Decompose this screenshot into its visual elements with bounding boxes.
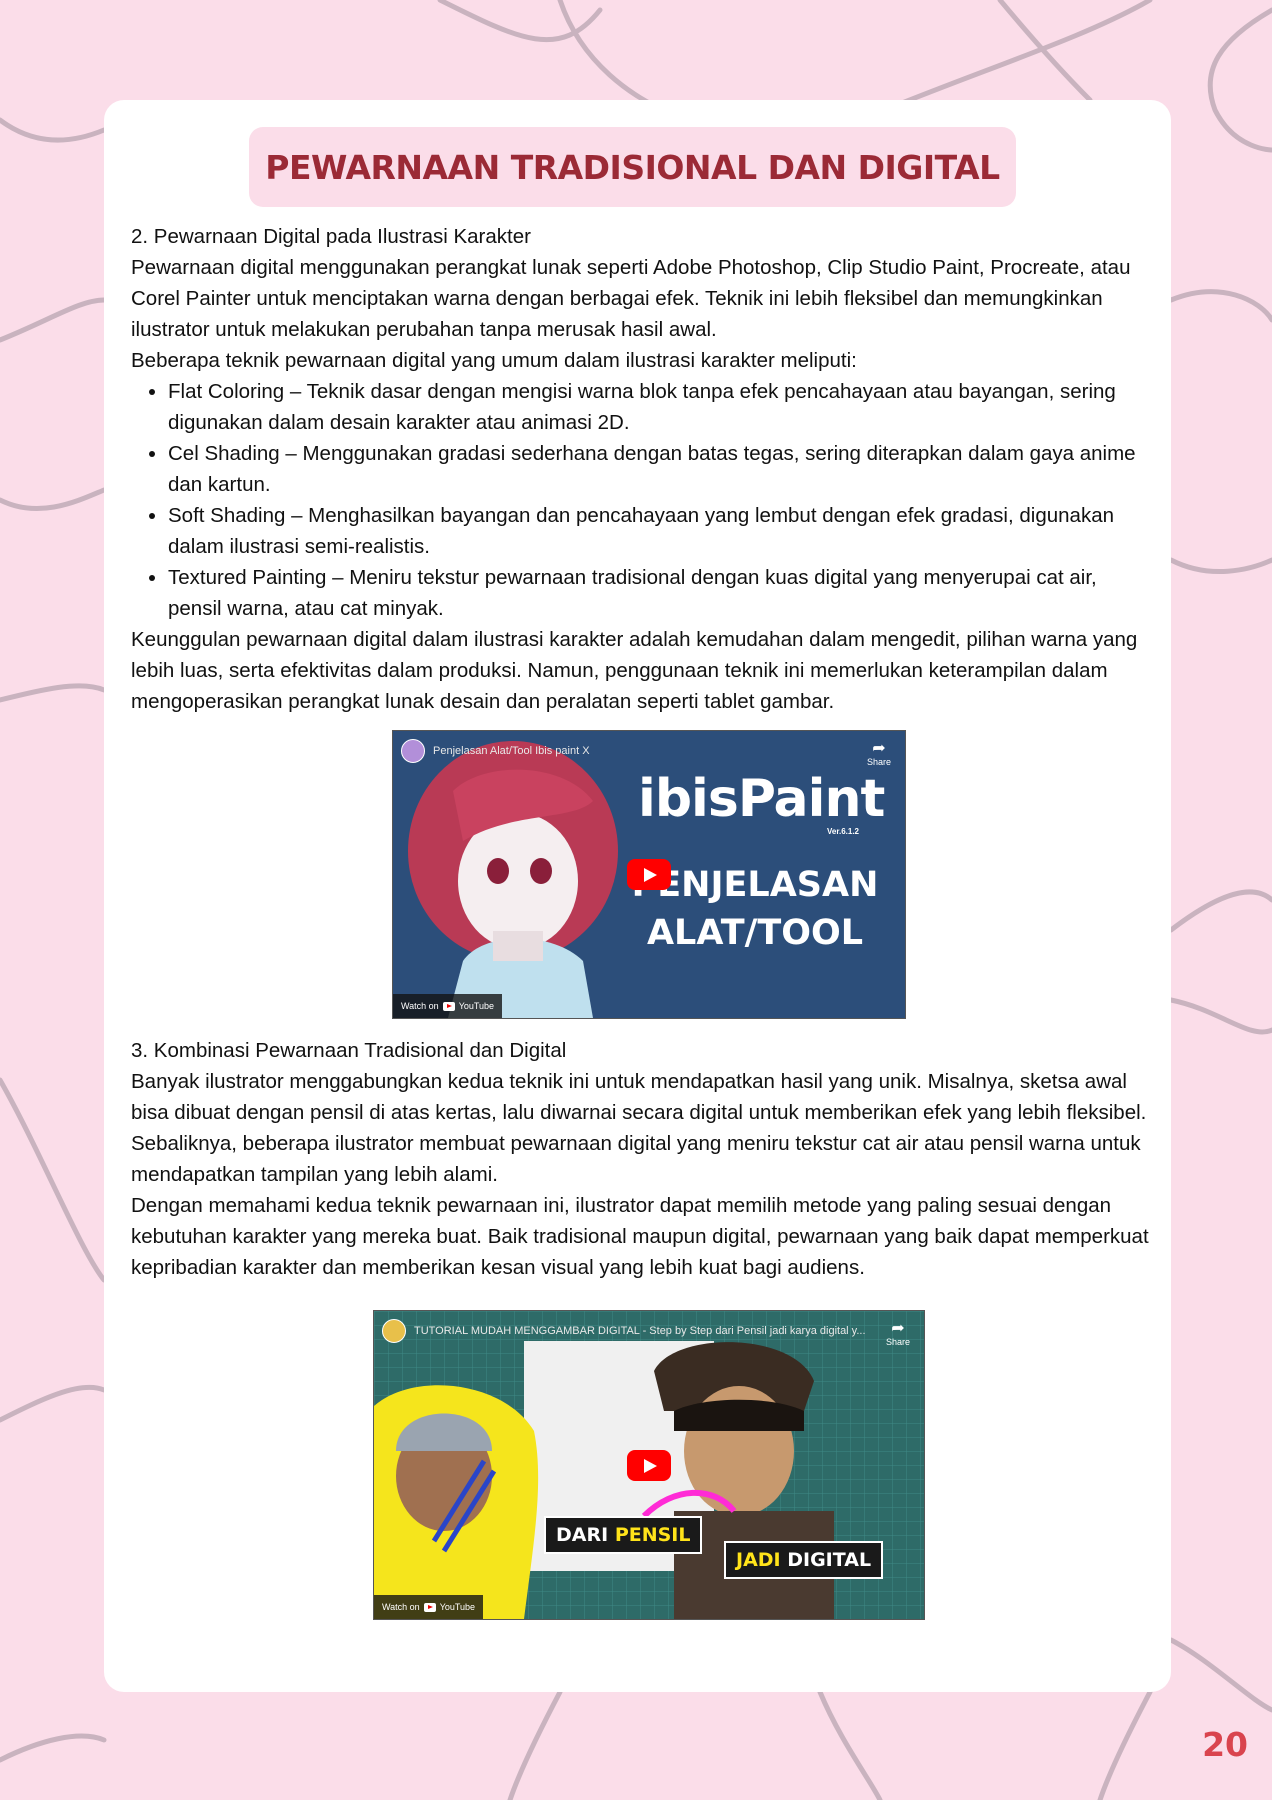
page-number: 20 bbox=[1202, 1725, 1248, 1764]
video-embed-ibispaint[interactable]: Penjelasan Alat/Tool Ibis paint X ➦ Shar… bbox=[392, 730, 906, 1019]
video-embed-tutorial[interactable]: TUTORIAL MUDAH MENGGAMBAR DIGITAL - Step… bbox=[373, 1310, 925, 1620]
video-title[interactable]: Penjelasan Alat/Tool Ibis paint X bbox=[433, 745, 590, 757]
youtube-icon bbox=[423, 1602, 436, 1612]
watch-on-youtube[interactable]: Watch on YouTube bbox=[393, 994, 503, 1018]
play-button[interactable] bbox=[627, 1450, 671, 1481]
paragraph: Beberapa teknik pewarnaan digital yang u… bbox=[131, 349, 857, 372]
share-button[interactable]: ➦ Share bbox=[886, 1320, 910, 1348]
caption-tag-pencil: DARI PENSIL bbox=[544, 1516, 703, 1554]
paragraph: Keunggulan pewarnaan digital dalam ilust… bbox=[131, 628, 1138, 713]
list-item: Textured Painting – Meniru tekstur pewar… bbox=[168, 562, 1151, 624]
page-title: PEWARNAAN TRADISIONAL DAN DIGITAL bbox=[265, 147, 1000, 187]
share-icon: ➦ bbox=[872, 740, 886, 757]
play-button[interactable] bbox=[627, 859, 671, 890]
video-header: Penjelasan Alat/Tool Ibis paint X bbox=[401, 739, 590, 763]
paragraph: Banyak ilustrator menggabungkan kedua te… bbox=[131, 1070, 1147, 1186]
caption-tag-digital: JADI DIGITAL bbox=[724, 1541, 884, 1579]
list-item: Soft Shading – Menghasilkan bayangan dan… bbox=[168, 500, 1151, 562]
paragraph: Dengan memahami kedua teknik pewarnaan i… bbox=[131, 1194, 1149, 1279]
video-title[interactable]: TUTORIAL MUDAH MENGGAMBAR DIGITAL - Step… bbox=[414, 1325, 866, 1337]
section-digital-coloring: 2. Pewarnaan Digital pada Ilustrasi Kara… bbox=[131, 221, 1151, 717]
section-heading: 3. Kombinasi Pewarnaan Tradisional dan D… bbox=[131, 1039, 567, 1062]
share-icon: ➦ bbox=[891, 1320, 905, 1337]
version-label: Ver.6.1.2 bbox=[826, 827, 859, 836]
list-item: Flat Coloring – Teknik dasar dengan meng… bbox=[168, 376, 1151, 438]
share-button[interactable]: ➦ Share bbox=[867, 740, 891, 768]
list-item: Cel Shading – Menggunakan gradasi sederh… bbox=[168, 438, 1151, 500]
watch-on-youtube[interactable]: Watch on YouTube bbox=[374, 1595, 484, 1619]
channel-avatar[interactable] bbox=[401, 739, 425, 763]
brand-logo: ibisPaint bbox=[638, 769, 885, 829]
title-banner: PEWARNAAN TRADISIONAL DAN DIGITAL bbox=[249, 127, 1016, 207]
section-combination: 3. Kombinasi Pewarnaan Tradisional dan D… bbox=[131, 1035, 1151, 1283]
video-header: TUTORIAL MUDAH MENGGAMBAR DIGITAL - Step… bbox=[382, 1319, 866, 1343]
channel-avatar[interactable] bbox=[382, 1319, 406, 1343]
technique-list: Flat Coloring – Teknik dasar dengan meng… bbox=[131, 376, 1151, 624]
paragraph: Pewarnaan digital menggunakan perangkat … bbox=[131, 256, 1131, 341]
youtube-icon bbox=[442, 1001, 455, 1011]
section-heading: 2. Pewarnaan Digital pada Ilustrasi Kara… bbox=[131, 225, 531, 248]
